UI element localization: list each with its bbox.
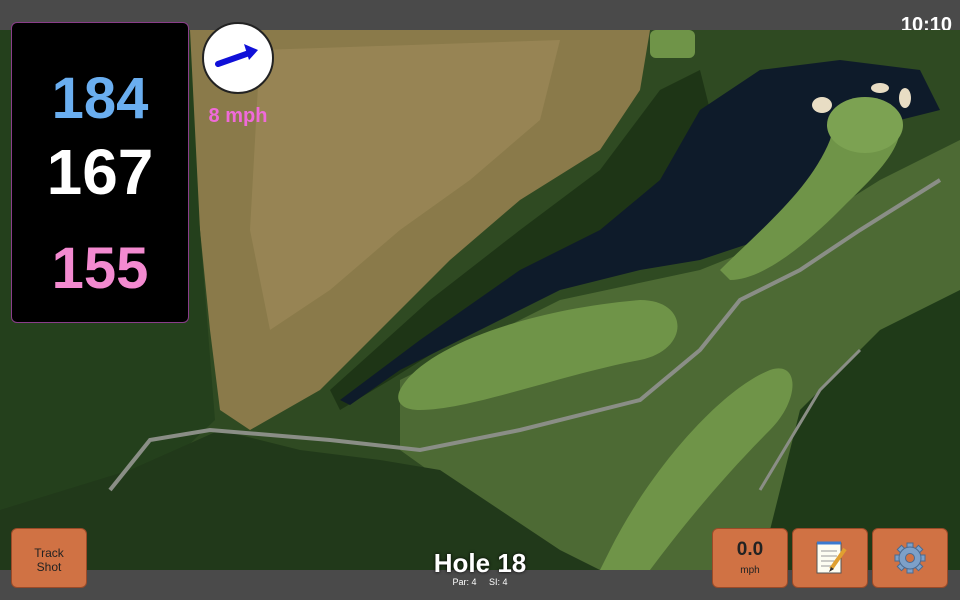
track-shot-label-line1: Track: [34, 546, 64, 560]
hole-info: Par: 4 SI: 4: [380, 577, 580, 587]
speed-button[interactable]: 0.0 mph: [712, 528, 788, 588]
middle-distance: 167: [46, 136, 154, 208]
back-distance: 184: [51, 66, 149, 131]
wind-arrow-icon: [215, 44, 258, 67]
hole-title: Hole 18: [433, 548, 527, 578]
distance-panel: 184 167 155: [11, 22, 189, 323]
notes-button[interactable]: [792, 528, 868, 588]
speed-value: 0.0: [736, 539, 764, 560]
front-distance: 155: [51, 236, 149, 301]
track-shot-button[interactable]: Track Shot: [11, 528, 87, 588]
hole-stroke-index: SI: 4: [489, 577, 508, 587]
speed-unit: mph: [740, 565, 760, 576]
settings-button[interactable]: [872, 528, 948, 588]
wind-speed-label: 8 mph: [208, 105, 268, 127]
hole-par: Par: 4: [452, 577, 477, 587]
wind-indicator[interactable]: [202, 22, 274, 94]
notepad-icon: [816, 541, 847, 574]
track-shot-label-line2: Shot: [36, 560, 62, 574]
gear-icon: [894, 542, 926, 574]
